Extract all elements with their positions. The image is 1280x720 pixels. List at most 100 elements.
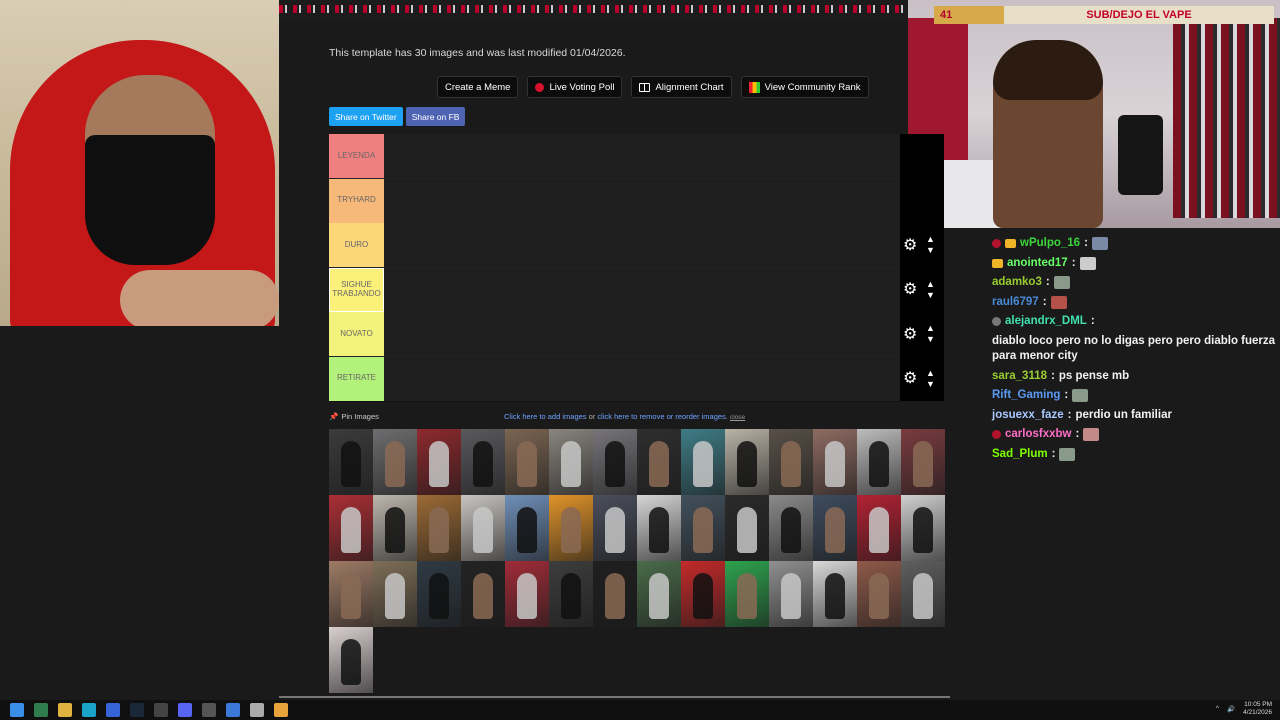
tier-image-thumbnail[interactable]: [857, 561, 901, 627]
chat-username[interactable]: anointed17: [1007, 256, 1068, 272]
tier-drop-zone[interactable]: [384, 312, 900, 356]
security-icon[interactable]: [250, 703, 264, 717]
tier-label[interactable]: DURO: [329, 223, 384, 267]
tier-image-thumbnail[interactable]: [329, 561, 373, 627]
community-rank-button[interactable]: View Community Rank: [740, 76, 869, 98]
tier-image-thumbnail[interactable]: [461, 495, 505, 561]
chat-username[interactable]: adamko3: [992, 275, 1042, 291]
move-up-icon[interactable]: ▲: [926, 235, 935, 244]
share-facebook-button[interactable]: Share on FB: [405, 107, 466, 126]
obs-icon[interactable]: [202, 703, 216, 717]
remove-images-link[interactable]: click here to remove or reorder images.: [597, 412, 727, 421]
app-icon[interactable]: [106, 703, 120, 717]
tier-image-thumbnail[interactable]: [593, 561, 637, 627]
tier-image-thumbnail[interactable]: [901, 429, 945, 495]
alignment-chart-button[interactable]: Alignment Chart: [631, 76, 732, 98]
tier-label[interactable]: RETIRATE: [329, 356, 384, 401]
tier-image-thumbnail[interactable]: [857, 495, 901, 561]
gear-icon[interactable]: ⚙: [903, 282, 918, 298]
tier-image-thumbnail[interactable]: [373, 495, 417, 561]
tier-image-thumbnail[interactable]: [329, 495, 373, 561]
move-down-icon[interactable]: ▼: [926, 379, 935, 389]
pin-images-toggle[interactable]: 📌 Pin Images: [329, 412, 379, 421]
tier-image-thumbnail[interactable]: [593, 495, 637, 561]
volume-icon[interactable]: 🔊: [1227, 705, 1235, 713]
tray-chevron-icon[interactable]: ^: [1216, 705, 1219, 712]
tier-image-thumbnail[interactable]: [549, 495, 593, 561]
share-twitter-button[interactable]: Share on Twitter: [329, 107, 403, 126]
tier-image-thumbnail[interactable]: [329, 627, 373, 693]
tier-image-thumbnail[interactable]: [637, 495, 681, 561]
tool-icon[interactable]: [154, 703, 168, 717]
tier-image-thumbnail[interactable]: [417, 429, 461, 495]
tier-image-thumbnail[interactable]: [857, 429, 901, 495]
tier-image-thumbnail[interactable]: [769, 495, 813, 561]
steam-icon[interactable]: [130, 703, 144, 717]
tier-image-thumbnail[interactable]: [549, 429, 593, 495]
tier-image-thumbnail[interactable]: [681, 495, 725, 561]
tier-image-thumbnail[interactable]: [373, 429, 417, 495]
chat-username[interactable]: josuexx_faze: [992, 408, 1064, 424]
move-up-icon[interactable]: ▲: [926, 324, 935, 333]
tier-image-thumbnail[interactable]: [681, 561, 725, 627]
windows-start-icon[interactable]: [10, 703, 24, 717]
chat-username[interactable]: raul6797: [992, 295, 1039, 311]
tier-image-thumbnail[interactable]: [329, 429, 373, 495]
tier-image-thumbnail[interactable]: [725, 561, 769, 627]
tier-image-thumbnail[interactable]: [593, 429, 637, 495]
edge-icon[interactable]: [82, 703, 96, 717]
chat-username[interactable]: sara_3118: [992, 369, 1047, 385]
chat-username[interactable]: carlosfxxbw: [1005, 427, 1071, 443]
tier-image-thumbnail[interactable]: [505, 561, 549, 627]
move-down-icon[interactable]: ▼: [926, 335, 935, 344]
move-down-icon[interactable]: ▼: [926, 246, 935, 255]
tier-image-thumbnail[interactable]: [461, 429, 505, 495]
horizontal-scrollbar[interactable]: [279, 696, 950, 698]
chat-username[interactable]: Rift_Gaming: [992, 388, 1060, 404]
tier-image-thumbnail[interactable]: [417, 495, 461, 561]
live-voting-poll-button[interactable]: Live Voting Poll: [527, 76, 623, 98]
discord-icon[interactable]: [178, 703, 192, 717]
tier-image-thumbnail[interactable]: [769, 561, 813, 627]
chat-username[interactable]: wPulpo_16: [1020, 236, 1080, 252]
tier-drop-zone[interactable]: [384, 223, 900, 267]
calendar-icon[interactable]: [226, 703, 240, 717]
create-meme-button[interactable]: Create a Meme: [437, 76, 519, 98]
tier-image-thumbnail[interactable]: [725, 495, 769, 561]
tier-image-thumbnail[interactable]: [725, 429, 769, 495]
chat-username[interactable]: Sad_Plum: [992, 447, 1048, 463]
gear-icon[interactable]: ⚙: [903, 371, 918, 387]
tier-image-thumbnail[interactable]: [813, 495, 857, 561]
gear-icon[interactable]: ⚙: [903, 237, 918, 253]
tier-image-thumbnail[interactable]: [373, 561, 417, 627]
tier-image-thumbnail[interactable]: [637, 561, 681, 627]
tier-image-thumbnail[interactable]: [813, 561, 857, 627]
folder-icon[interactable]: [58, 703, 72, 717]
move-down-icon[interactable]: ▼: [926, 290, 935, 300]
tier-image-thumbnail[interactable]: [505, 429, 549, 495]
tier-label[interactable]: NOVATO: [329, 312, 384, 356]
clock[interactable]: 10:05 PM 4/21/2026: [1243, 701, 1272, 717]
chat-username[interactable]: alejandrx_DML: [1005, 314, 1087, 330]
tier-label[interactable]: TRYHARD: [329, 178, 384, 223]
tier-image-thumbnail[interactable]: [505, 495, 549, 561]
chrome-icon[interactable]: [274, 703, 288, 717]
tier-image-thumbnail[interactable]: [769, 429, 813, 495]
terminal-icon[interactable]: [34, 703, 48, 717]
add-images-link[interactable]: Click here to add images: [504, 412, 587, 421]
gear-icon[interactable]: ⚙: [903, 326, 918, 342]
tier-image-thumbnail[interactable]: [417, 561, 461, 627]
tier-image-thumbnail[interactable]: [681, 429, 725, 495]
tier-label[interactable]: SIGHUE TRABJANDO: [329, 267, 384, 312]
close-link[interactable]: close: [730, 414, 745, 421]
tier-image-thumbnail[interactable]: [901, 495, 945, 561]
tier-image-thumbnail[interactable]: [901, 561, 945, 627]
tier-image-thumbnail[interactable]: [461, 561, 505, 627]
move-up-icon[interactable]: ▲: [926, 279, 935, 289]
tier-image-thumbnail[interactable]: [637, 429, 681, 495]
tier-drop-zone[interactable]: [384, 178, 900, 223]
tier-image-thumbnail[interactable]: [813, 429, 857, 495]
tier-drop-zone[interactable]: [384, 134, 900, 178]
tier-image-thumbnail[interactable]: [549, 561, 593, 627]
tier-drop-zone[interactable]: [384, 267, 900, 312]
